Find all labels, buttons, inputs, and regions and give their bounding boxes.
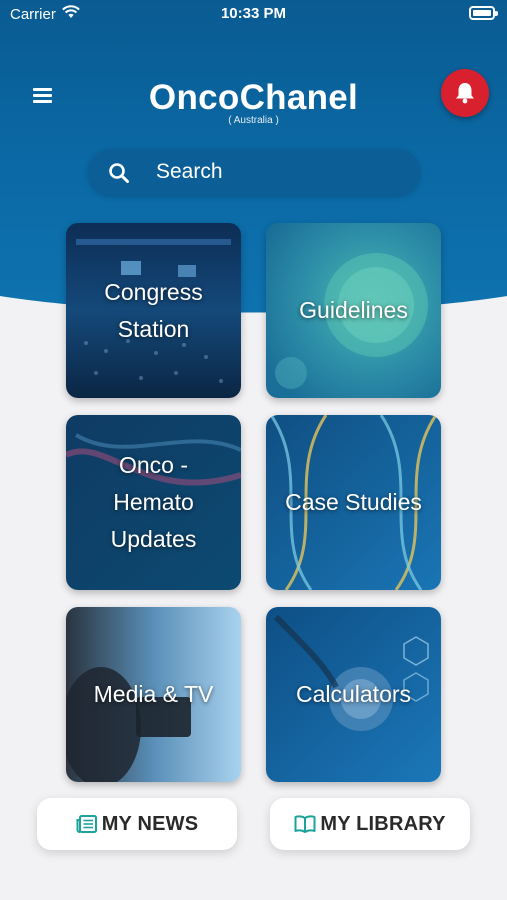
search-icon — [109, 163, 129, 183]
my-news-label: MY NEWS — [101, 812, 199, 835]
tile-label: Calculators — [295, 681, 412, 707]
search-input[interactable] — [154, 156, 398, 188]
tile-onco-hemato-updates[interactable]: Onco - Hemato Updates — [66, 415, 241, 590]
my-library-label: MY LIBRARY — [320, 812, 446, 835]
app-title: OncoChanel — [148, 78, 359, 117]
newspaper-icon — [76, 815, 97, 833]
tile-congress-station[interactable]: Congress Station — [66, 223, 241, 398]
tile-media-tv[interactable]: Media & TV — [66, 607, 241, 782]
tile-label: Case Studies — [285, 489, 422, 515]
status-bar: Carrier 10:33 PM — [0, 0, 507, 30]
status-time: 10:33 PM — [220, 5, 287, 22]
tile-label: Congress Station — [104, 278, 203, 342]
app-region: ( Australia ) — [228, 115, 279, 126]
tile-guidelines[interactable]: Guidelines — [266, 223, 441, 398]
tile-label: Guidelines — [299, 297, 408, 323]
open-book-icon — [294, 815, 316, 833]
tile-case-studies[interactable]: Case Studies — [266, 415, 441, 590]
battery-icon — [469, 6, 498, 20]
notification-button[interactable] — [441, 69, 489, 117]
search-bar[interactable] — [88, 149, 420, 195]
tile-label: Onco - Hemato Updates — [110, 452, 197, 552]
my-library-button[interactable]: MY LIBRARY — [270, 798, 470, 850]
tile-label: Media & TV — [93, 681, 214, 707]
bell-icon — [456, 83, 474, 104]
my-news-button[interactable]: MY NEWS — [37, 798, 237, 850]
tile-calculators[interactable]: Calculators — [266, 607, 441, 782]
